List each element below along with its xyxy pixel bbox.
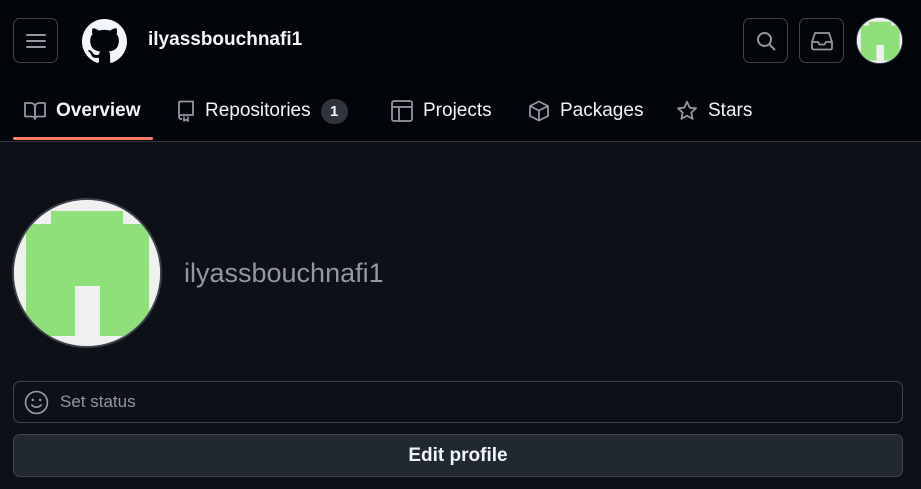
menu-button[interactable] — [13, 18, 58, 63]
tab-repositories-label: Repositories — [205, 100, 311, 121]
book-icon — [24, 102, 46, 120]
hamburger-icon — [25, 33, 46, 48]
avatar-identicon — [14, 200, 160, 346]
user-avatar-button[interactable] — [856, 17, 903, 64]
tab-overview[interactable]: Overview — [24, 82, 141, 140]
project-table-icon — [391, 100, 413, 122]
app-header: ilyassbouchnafi1 Overview Repositories 1… — [0, 0, 921, 142]
smiley-icon — [24, 390, 49, 414]
tab-stars[interactable]: Stars — [676, 82, 752, 140]
active-tab-indicator — [13, 137, 153, 140]
tab-repositories[interactable]: Repositories 1 — [177, 82, 348, 140]
set-status-button[interactable]: Set status — [13, 381, 903, 423]
inbox-icon — [810, 31, 833, 50]
tab-packages-label: Packages — [560, 100, 644, 121]
set-status-label: Set status — [60, 392, 136, 411]
tab-projects-label: Projects — [423, 100, 492, 121]
tab-overview-label: Overview — [56, 100, 141, 121]
profile-username: ilyassbouchnafi1 — [184, 258, 384, 288]
repositories-count-badge: 1 — [320, 98, 348, 124]
profile-tab-nav: Overview Repositories 1 Projects Package… — [0, 82, 921, 142]
package-icon — [529, 100, 549, 122]
tab-stars-label: Stars — [708, 100, 753, 121]
header-username[interactable]: ilyassbouchnafi1 — [148, 29, 302, 51]
search-button[interactable] — [743, 18, 788, 63]
tab-packages[interactable]: Packages — [528, 82, 643, 140]
star-icon — [677, 100, 697, 120]
repo-icon — [178, 100, 194, 122]
inbox-button[interactable] — [799, 18, 844, 63]
github-logo-icon[interactable] — [82, 19, 127, 64]
edit-profile-button[interactable]: Edit profile — [13, 434, 903, 477]
search-icon — [756, 31, 775, 50]
tab-projects[interactable]: Projects — [391, 82, 492, 140]
profile-avatar[interactable] — [12, 198, 162, 348]
avatar-identicon — [857, 18, 902, 63]
